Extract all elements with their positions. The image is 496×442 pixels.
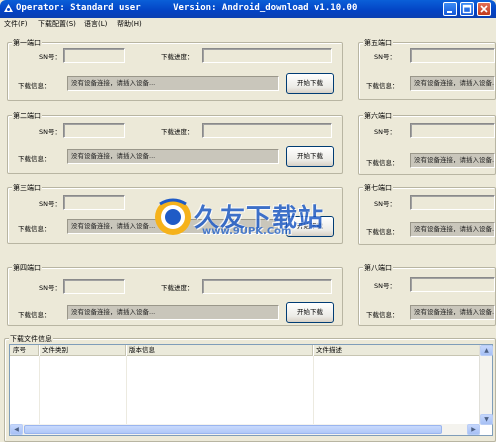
- menu-bar: 文件(F) 下载配置(S) 语言(L) 帮助(H): [0, 18, 496, 30]
- horizontal-scrollbar[interactable]: ◀ ▶: [10, 424, 480, 435]
- port-5-info-label: 下载信息：: [366, 82, 399, 90]
- scroll-down-arrow-icon[interactable]: ▼: [480, 414, 493, 425]
- menu-download-config[interactable]: 下载配置(S): [38, 19, 76, 29]
- close-icon: [480, 5, 488, 13]
- scroll-left-arrow-icon[interactable]: ◀: [10, 424, 23, 435]
- port-6-info-label: 下载信息：: [366, 159, 399, 167]
- minimize-icon: [447, 11, 452, 13]
- port-5-sn-label: SN号：: [374, 53, 396, 61]
- port-7-status: 没有设备连接，请插入设备...: [410, 222, 495, 237]
- port-7-title: 第七端口: [363, 183, 393, 193]
- scroll-right-arrow-icon[interactable]: ▶: [467, 424, 480, 435]
- app-icon: [4, 4, 13, 12]
- column-header-index[interactable]: 序号: [10, 345, 39, 356]
- port-2-group: 第二端口 SN号： 下载进度： 下载信息： 没有设备连接，请插入设备... 开始…: [7, 111, 343, 174]
- close-button[interactable]: [477, 2, 491, 16]
- port-5-title: 第五端口: [363, 38, 393, 48]
- port-4-title: 第四端口: [12, 263, 42, 273]
- port-2-progress-bar: [202, 123, 332, 138]
- port-8-info-label: 下载信息：: [366, 311, 399, 319]
- watermark-logo-icon: [155, 198, 191, 235]
- title-bar: Operator: Standard user Version: Android…: [0, 0, 496, 18]
- port-6-group: 第六端口 SN号： 下载信息： 没有设备连接，请插入设备...: [358, 111, 496, 175]
- port-8-group: 第八端口 SN号： 下载信息： 没有设备连接，请插入设备...: [358, 263, 496, 326]
- port-8-sn-field: [410, 277, 495, 292]
- port-2-sn-field: [63, 123, 125, 138]
- menu-file[interactable]: 文件(F): [4, 19, 28, 29]
- port-7-sn-label: SN号：: [374, 200, 396, 208]
- port-7-info-label: 下载信息：: [366, 228, 399, 236]
- port-2-progress-label: 下载进度：: [161, 128, 194, 136]
- horizontal-scroll-thumb[interactable]: [24, 425, 442, 434]
- port-4-group: 第四端口 SN号： 下载进度： 下载信息： 没有设备连接，请插入设备... 开始…: [7, 263, 343, 326]
- column-divider: [313, 356, 314, 425]
- port-2-sn-label: SN号：: [39, 128, 61, 136]
- minimize-button[interactable]: [443, 2, 457, 16]
- port-1-start-button[interactable]: 开始下载: [286, 73, 334, 94]
- watermark: 久友下载站 www.9UPK.Com: [152, 192, 342, 244]
- table-header: 序号 文件类别 版本信息 文件描述: [10, 345, 480, 356]
- port-7-group: 第七端口 SN号： 下载信息： 没有设备连接，请插入设备...: [358, 183, 496, 245]
- maximize-button[interactable]: [460, 2, 474, 16]
- port-1-group: 第一端口 SN号： 下载进度： 下载信息： 没有设备连接，请插入设备... 开始…: [7, 38, 343, 101]
- port-2-info-label: 下载信息：: [18, 155, 51, 163]
- port-3-info-label: 下载信息：: [18, 225, 51, 233]
- port-5-sn-field: [410, 48, 495, 63]
- menu-help[interactable]: 帮助(H): [117, 19, 142, 29]
- port-8-status: 没有设备连接，请插入设备...: [410, 305, 495, 320]
- port-4-info-label: 下载信息：: [18, 311, 51, 319]
- port-1-sn-label: SN号：: [39, 53, 61, 61]
- port-4-sn-field: [63, 279, 125, 294]
- port-8-sn-label: SN号：: [374, 282, 396, 290]
- port-1-status: 没有设备连接，请插入设备...: [67, 76, 279, 91]
- port-2-start-button[interactable]: 开始下载: [286, 146, 334, 167]
- vertical-scrollbar[interactable]: ▲ ▼: [479, 345, 493, 425]
- watermark-url: www.9UPK.Com: [202, 226, 292, 237]
- file-info-table[interactable]: 序号 文件类别 版本信息 文件描述 ▲ ▼ ◀ ▶: [9, 344, 493, 436]
- window-title: Operator: Standard user Version: Android…: [16, 3, 358, 13]
- scroll-up-arrow-icon[interactable]: ▲: [480, 345, 493, 356]
- port-1-progress-label: 下载进度：: [161, 53, 194, 61]
- column-divider: [126, 356, 127, 425]
- port-1-sn-field: [63, 48, 125, 63]
- port-6-title: 第六端口: [363, 111, 393, 121]
- port-1-title: 第一端口: [12, 38, 42, 48]
- maximize-icon: [462, 4, 472, 14]
- port-4-start-button[interactable]: 开始下载: [286, 302, 334, 323]
- port-4-progress-label: 下载进度：: [161, 284, 194, 292]
- column-header-file-type[interactable]: 文件类别: [39, 345, 126, 356]
- port-2-status: 没有设备连接，请插入设备...: [67, 149, 279, 164]
- menu-language[interactable]: 语言(L): [84, 19, 107, 29]
- port-6-sn-label: SN号：: [374, 128, 396, 136]
- port-7-sn-field: [410, 195, 495, 210]
- port-4-status: 没有设备连接，请插入设备...: [67, 305, 279, 320]
- column-header-version[interactable]: 版本信息: [126, 345, 313, 356]
- port-4-progress-bar: [202, 279, 332, 294]
- port-6-status: 没有设备连接，请插入设备...: [410, 153, 495, 168]
- port-4-sn-label: SN号：: [39, 284, 61, 292]
- port-2-title: 第二端口: [12, 111, 42, 121]
- port-5-status: 没有设备连接，请插入设备...: [410, 76, 495, 91]
- column-divider: [39, 356, 40, 425]
- port-5-group: 第五端口 SN号： 下载信息： 没有设备连接，请插入设备...: [358, 38, 496, 100]
- port-6-sn-field: [410, 123, 495, 138]
- port-3-sn-label: SN号：: [39, 200, 61, 208]
- port-8-title: 第八端口: [363, 263, 393, 273]
- port-1-progress-bar: [202, 48, 332, 63]
- port-3-title: 第三端口: [12, 183, 42, 193]
- port-3-sn-field: [63, 195, 125, 210]
- column-header-description[interactable]: 文件描述: [313, 345, 480, 356]
- file-info-title: 下载文件信息: [9, 334, 53, 344]
- port-1-info-label: 下载信息：: [18, 82, 51, 90]
